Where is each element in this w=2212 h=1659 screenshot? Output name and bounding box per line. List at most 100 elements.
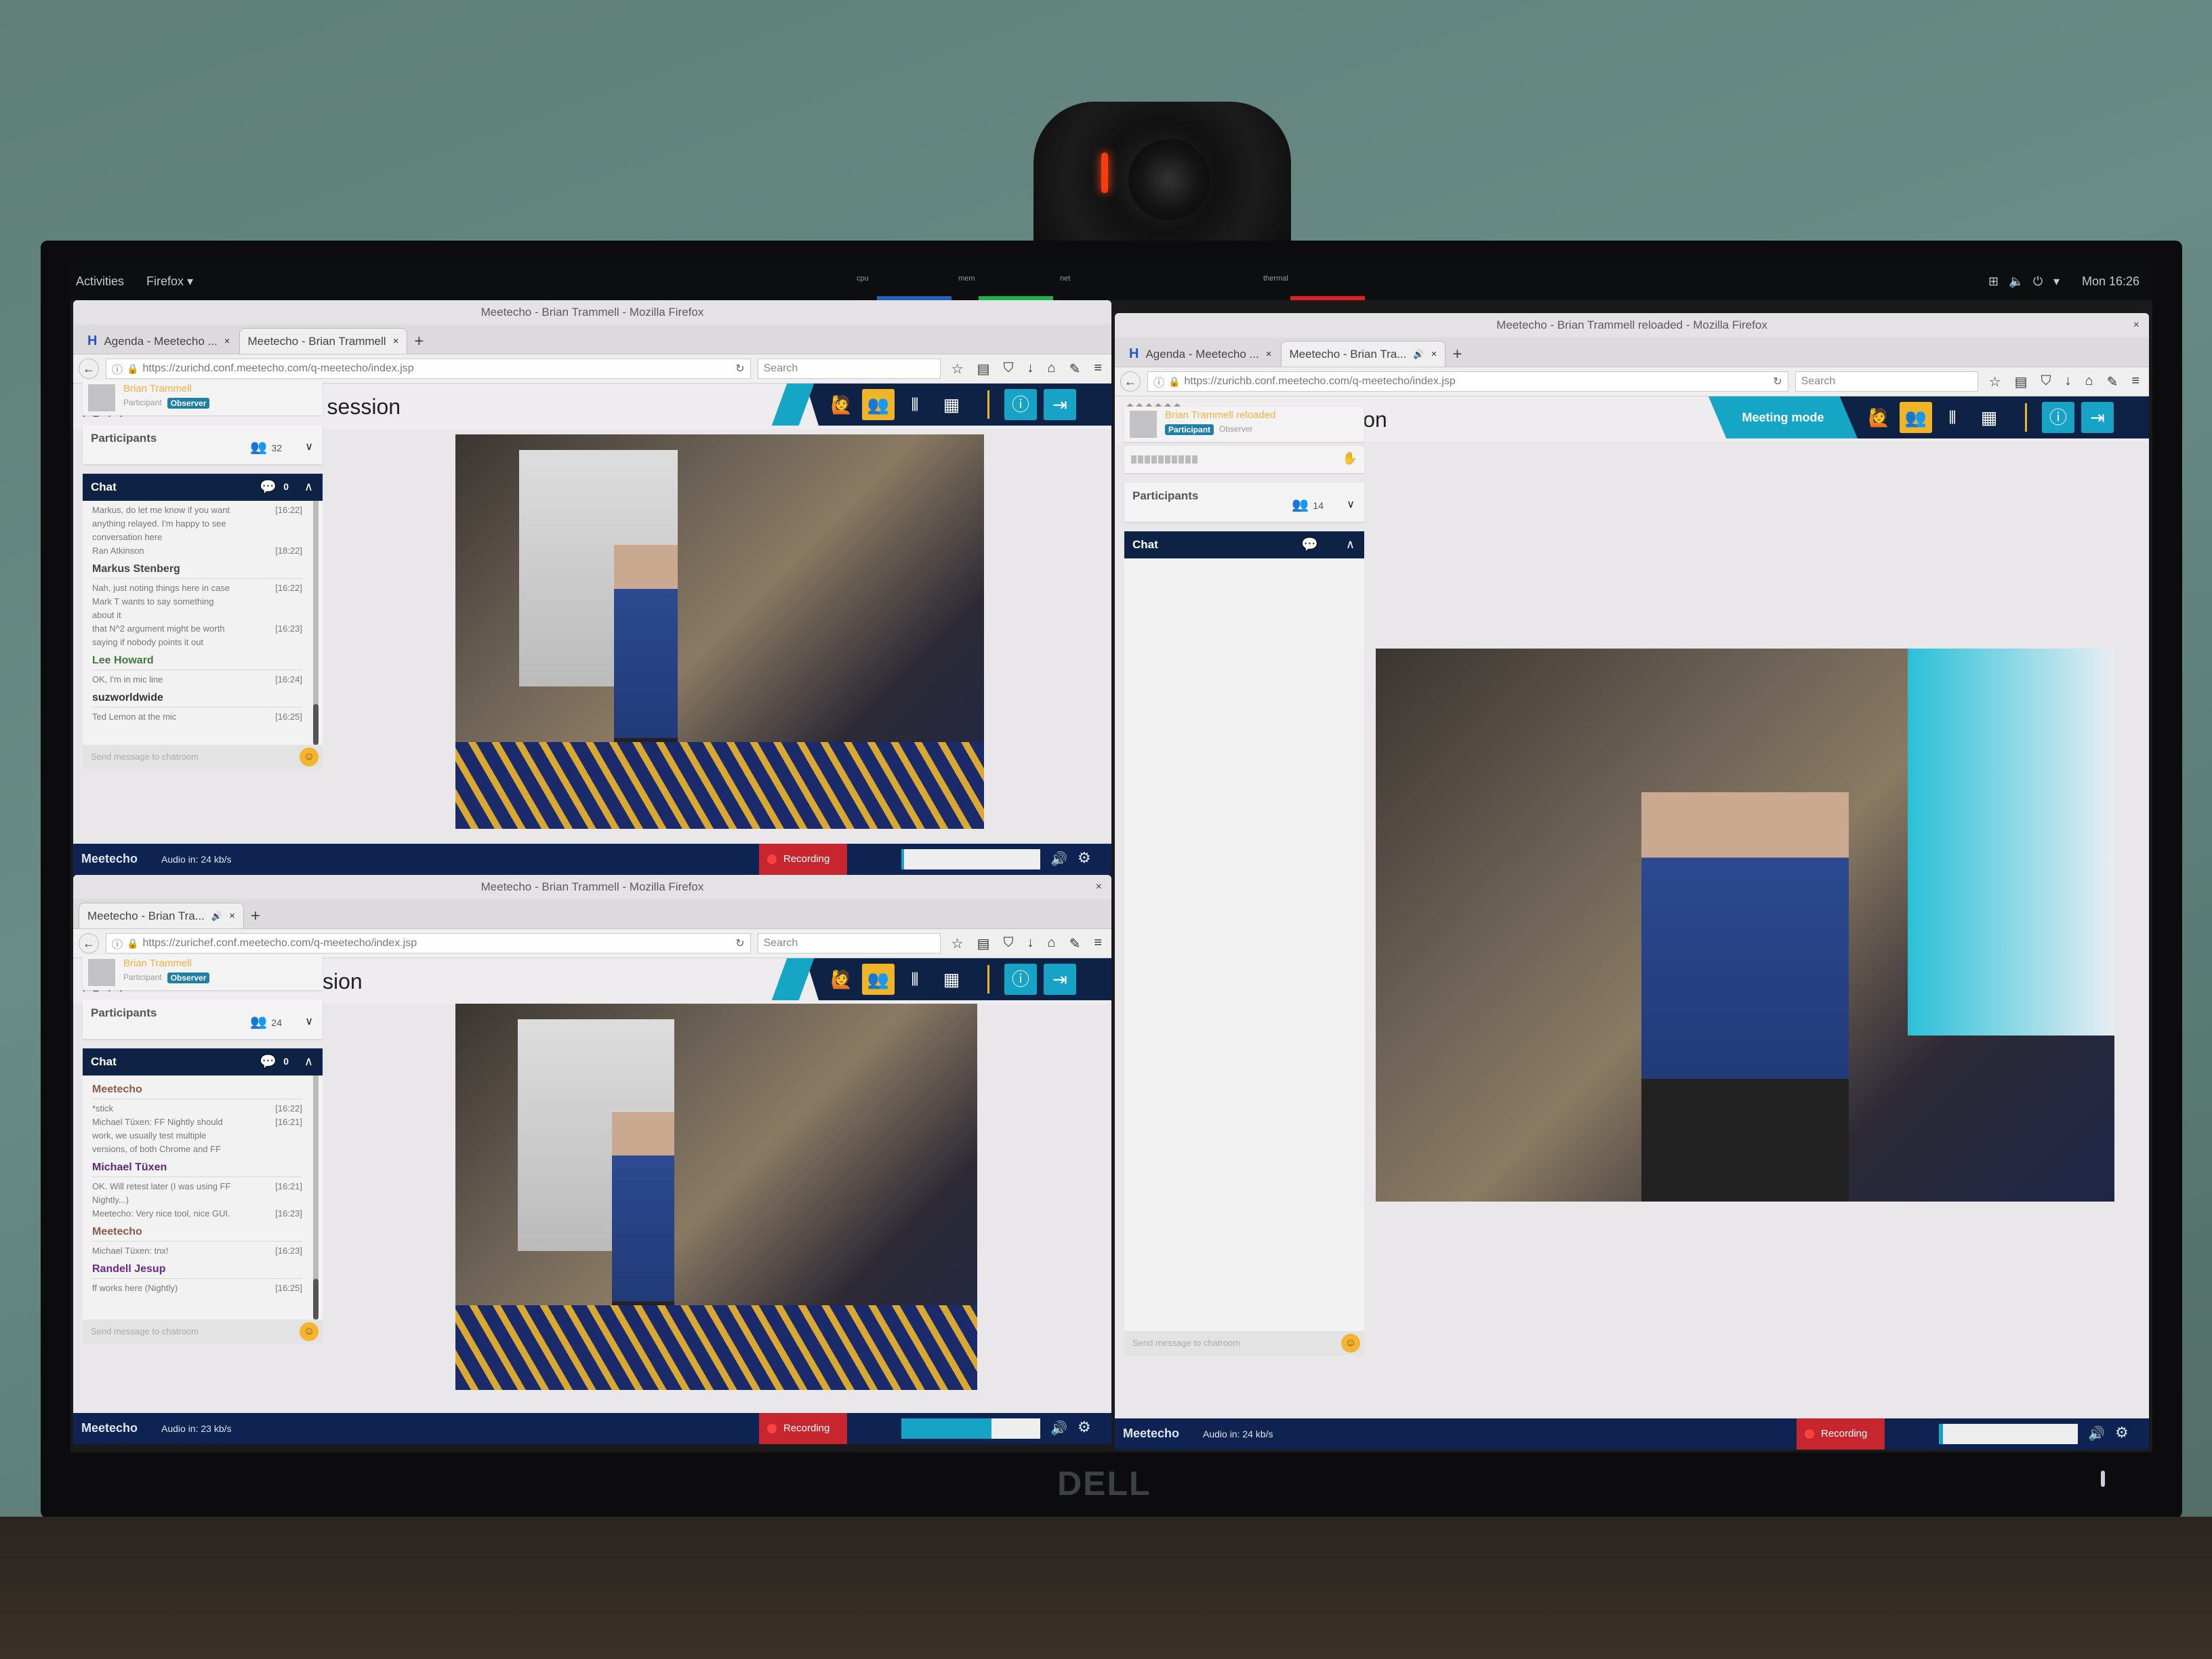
participants-panel[interactable]: Participants 👥 14 ∨ [1124,483,1364,522]
browser-tab[interactable]: Meetecho - Brian Trammell × [239,328,408,354]
expand-chevron-icon[interactable]: ∨ [305,1015,313,1028]
speaker-icon[interactable]: 🔊 [2088,1425,2105,1442]
reading-list-icon[interactable]: ▤ [977,361,990,377]
queue-icon[interactable]: ⫴ [899,389,931,420]
leave-button[interactable]: ⇥ [1044,964,1076,995]
tab-close-icon[interactable]: × [1431,348,1437,360]
collapse-chevron-icon[interactable]: ∧ [1346,537,1355,552]
tab-close-icon[interactable]: × [393,335,399,347]
network-icon[interactable]: ⊞ [1988,274,1999,289]
info-icon[interactable]: ⓘ [1153,373,1164,390]
menu-icon[interactable]: ≡ [1094,361,1102,377]
url-bar[interactable]: ⓘ 🔒 https://zurichb.conf.meetecho.com/q-me… [1147,371,1788,392]
notification-icon[interactable]: ✎ [2107,373,2118,390]
participants-panel[interactable]: Participants 👥 32 ∨ [83,425,323,464]
info-button[interactable]: ⓘ [1004,389,1037,420]
participants-panel[interactable]: Participants 👥 24 ∨ [83,1000,323,1039]
chat-input[interactable]: Send message to chatroom ☺ [83,1319,323,1344]
chat-scrollbar[interactable] [313,501,319,745]
chat-scrollbar[interactable] [313,1076,319,1319]
emoji-button[interactable]: ☺ [300,1322,319,1341]
notes-icon[interactable]: ▦ [935,389,968,420]
expand-chevron-icon[interactable]: ∨ [305,440,313,453]
browser-tab[interactable]: Meetecho - Brian Tra... 🔊 × [79,903,244,928]
info-button[interactable]: ⓘ [2042,402,2074,433]
emoji-button[interactable]: ☺ [300,747,319,766]
search-input[interactable]: Search [757,359,941,379]
tab-audio-icon[interactable]: 🔊 [211,911,222,922]
collapse-chevron-icon[interactable]: ∧ [304,480,313,494]
audio-volume-slider[interactable] [901,849,1040,869]
raise-hand-icon[interactable]: 🙋 [825,389,858,420]
speaker-icon[interactable]: 🔊 [1050,1420,1067,1437]
url-bar[interactable]: ⓘ 🔒 https://zurichd.conf.meetecho.com/q-me… [106,359,751,379]
tab-audio-icon[interactable]: 🔊 [1413,349,1424,360]
tab-close-icon[interactable]: × [1266,348,1272,360]
bookmark-star-icon[interactable]: ☆ [951,935,964,952]
power-icon[interactable]: ⏻ [2033,274,2043,289]
role-observer-badge[interactable]: Observer [1219,424,1252,435]
info-button[interactable]: ⓘ [1004,964,1037,995]
raise-hand-icon[interactable]: ✋ [1343,451,1357,466]
downloads-icon[interactable]: ↓ [1027,935,1033,952]
chat-panel-header[interactable]: Chat 💬 0 ∧ [83,1048,323,1076]
role-observer-badge[interactable]: Observer [167,972,210,983]
home-icon[interactable]: ⌂ [2085,373,2093,390]
participants-view-icon[interactable]: 👥 [862,389,895,420]
emoji-button[interactable]: ☺ [1341,1334,1360,1353]
audio-volume-slider[interactable] [1939,1424,2078,1444]
new-tab-button[interactable]: + [1446,345,1469,367]
expand-chevron-icon[interactable]: ∨ [1347,497,1355,511]
leave-button[interactable]: ⇥ [2081,402,2114,433]
system-menu-chevron-icon[interactable]: ▾ [2053,274,2060,289]
new-tab-button[interactable]: + [407,332,430,354]
settings-icon[interactable]: ⚙ [1078,849,1091,867]
notification-icon[interactable]: ✎ [1069,935,1081,952]
chat-scrollbar-thumb[interactable] [313,704,319,745]
role-observer-badge[interactable]: Observer [167,398,210,409]
back-button[interactable]: ← [79,359,99,379]
menu-icon[interactable]: ≡ [2131,373,2139,390]
downloads-icon[interactable]: ↓ [2064,373,2071,390]
queue-icon[interactable]: ⫴ [899,964,931,995]
window-close-button[interactable]: × [1096,875,1102,899]
tab-close-icon[interactable]: × [224,335,230,347]
home-icon[interactable]: ⌂ [1047,935,1055,952]
reading-list-icon[interactable]: ▤ [977,935,990,952]
volume-icon[interactable]: 🔈 [2009,274,2024,289]
raise-hand-icon[interactable]: 🙋 [1863,402,1896,433]
pocket-icon[interactable]: ⛉ [1003,361,1013,377]
participants-view-icon[interactable]: 👥 [1900,402,1932,433]
back-button[interactable]: ← [79,933,99,954]
participants-view-icon[interactable]: 👥 [862,964,895,995]
info-icon[interactable]: ⓘ [112,935,123,951]
queue-icon[interactable]: ⫴ [1936,402,1969,433]
app-menu-firefox[interactable]: Firefox ▾ [146,274,193,289]
tab-close-icon[interactable]: × [229,910,235,922]
settings-icon[interactable]: ⚙ [1078,1418,1091,1436]
window-close-button[interactable]: × [2133,313,2139,337]
pocket-icon[interactable]: ⛉ [1003,935,1013,952]
reload-icon[interactable]: ↻ [735,937,744,950]
role-participant-badge[interactable]: Participant [123,972,162,983]
notification-icon[interactable]: ✎ [1069,361,1081,377]
role-participant-badge[interactable]: Participant [1165,424,1214,435]
leave-button[interactable]: ⇥ [1044,389,1076,420]
url-bar[interactable]: ⓘ 🔒 https://zurichef.conf.meetecho.com/q-m… [106,933,751,954]
bookmark-star-icon[interactable]: ☆ [951,361,964,377]
audio-volume-slider[interactable] [901,1418,1040,1439]
search-input[interactable]: Search [1795,371,1978,392]
menu-icon[interactable]: ≡ [1094,935,1102,952]
browser-tab[interactable]: H Agenda - Meetecho ... × [1120,341,1281,367]
search-input[interactable]: Search [757,933,941,954]
notes-icon[interactable]: ▦ [1973,402,2005,433]
role-participant-badge[interactable]: Participant [123,398,162,409]
collapse-chevron-icon[interactable]: ∧ [304,1054,313,1069]
clock[interactable]: Mon 16:26 [2082,274,2139,289]
back-button[interactable]: ← [1120,371,1141,392]
downloads-icon[interactable]: ↓ [1027,361,1033,377]
reading-list-icon[interactable]: ▤ [2015,373,2028,390]
pocket-icon[interactable]: ⛉ [2041,373,2051,390]
recording-indicator[interactable]: Recording [759,844,847,875]
chat-scrollbar-thumb[interactable] [313,1279,319,1319]
